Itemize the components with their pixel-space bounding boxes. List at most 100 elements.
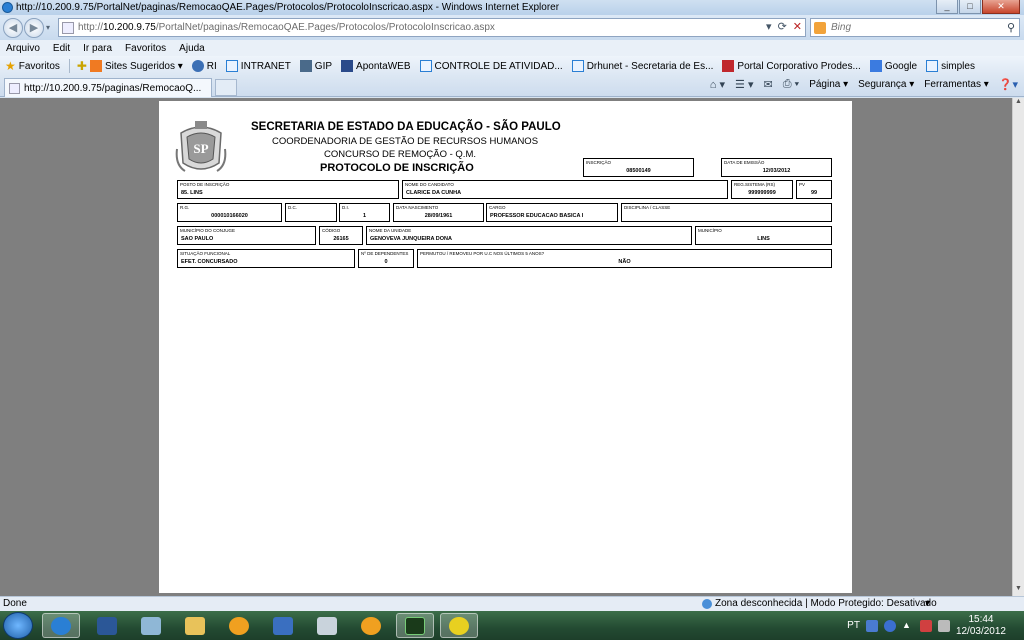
add-favorite-icon[interactable]: ✚	[77, 59, 87, 73]
status-bar: Done Zona desconhecida | Modo Protegido:…	[0, 596, 1024, 611]
forward-button[interactable]: ▶	[24, 17, 44, 38]
taskbar-calculator-button[interactable]	[308, 613, 346, 638]
page-viewport: SP SECRETARIA DE ESTADO DA EDUCAÇÃO - SÃ…	[0, 98, 1012, 596]
menu-edit[interactable]: Edit	[53, 43, 70, 54]
menu-favoritos[interactable]: Favoritos	[125, 43, 166, 54]
address-url[interactable]: http://10.200.9.75/PortalNet/paginas/Rem…	[78, 22, 495, 33]
page-menu[interactable]: Página ▾	[809, 79, 848, 90]
taskbar-terminal-button[interactable]	[396, 613, 434, 638]
field-rg: R.G. 000010166020	[177, 203, 282, 222]
address-dropdown-icon[interactable]: ▾	[766, 20, 772, 33]
search-box[interactable]: ⚲	[810, 18, 1020, 37]
search-icon[interactable]: ⚲	[1007, 21, 1015, 34]
favorite-drhunet[interactable]: Drhunet - Secretaria de Es...	[571, 60, 713, 72]
divider	[68, 59, 70, 73]
taskbar-ie-button[interactable]	[42, 613, 80, 638]
ie-icon	[51, 616, 71, 635]
clock[interactable]: 15:44 12/03/2012	[956, 614, 1006, 638]
taskbar-explorer-button[interactable]	[176, 613, 214, 638]
taskbar-app3-button[interactable]	[352, 613, 390, 638]
app-orange2-icon	[361, 616, 381, 635]
taskbar-app4-button[interactable]	[440, 613, 478, 638]
security-zone[interactable]: Zona desconhecida | Modo Protegido: Desa…	[702, 598, 937, 609]
system-tray: PT ▲ 15:44 12/03/2012	[847, 611, 1024, 640]
calculator-icon	[317, 616, 337, 635]
favorite-gip[interactable]: GIP	[299, 60, 332, 72]
field-posto-inscricao: POSTO DE INSCRIÇÃO 85. LINS	[177, 180, 399, 199]
field-di: D.I. 1	[339, 203, 390, 222]
history-dropdown-icon[interactable]: ▾	[46, 23, 50, 32]
vertical-scrollbar[interactable]: ▲ ▼	[1012, 98, 1024, 596]
tray-flag-icon[interactable]	[919, 619, 932, 632]
search-input[interactable]	[831, 22, 1001, 33]
read-mail-icon[interactable]: ✉	[763, 78, 772, 91]
navigation-bar: ◀ ▶ ▾ http://10.200.9.75/PortalNet/pagin…	[0, 15, 1024, 40]
tools-menu[interactable]: Ferramentas ▾	[924, 79, 988, 90]
network-icon	[273, 616, 293, 635]
field-nome-candidato: NOME DO CANDIDATO CLARICE DA CUNHA	[402, 180, 728, 199]
help-icon[interactable]: ❓▾	[999, 78, 1018, 91]
star-icon: ★	[5, 59, 16, 73]
field-municipio: MUNICÍPIO LINS	[695, 226, 832, 245]
favorite-google[interactable]: Google	[869, 60, 917, 72]
favorite-intranet[interactable]: INTRANET	[225, 60, 291, 72]
favorite-controle-atividad[interactable]: CONTROLE DE ATIVIDAD...	[419, 60, 563, 72]
refresh-icon[interactable]: ⟳	[778, 20, 787, 33]
feeds-icon[interactable]: ☰ ▾	[735, 78, 753, 91]
field-cargo: CARGO PROFESSOR EDUCACAO BASICA I	[486, 203, 618, 222]
favorite-apontaweb[interactable]: ApontaWEB	[341, 60, 411, 72]
language-indicator[interactable]: PT	[847, 620, 860, 631]
page-favicon-icon	[62, 21, 74, 34]
print-icon[interactable]: ⎙ ▾	[783, 78, 799, 91]
taskbar-notes-button[interactable]	[132, 613, 170, 638]
favorites-button[interactable]: ★ Favoritos	[5, 59, 60, 73]
scroll-down-icon[interactable]: ▼	[1013, 585, 1024, 596]
home-icon[interactable]: ⌂ ▾	[710, 78, 725, 91]
maximize-button[interactable]: □	[959, 0, 981, 14]
tray-network-icon[interactable]	[865, 619, 878, 632]
clock-date: 12/03/2012	[955, 625, 1006, 637]
tab-active[interactable]: http://10.200.9.75/paginas/RemocaoQ...	[4, 78, 212, 97]
favorite-ri[interactable]: RI	[191, 60, 217, 72]
tray-show-hidden-icon[interactable]: ▲	[902, 620, 914, 632]
svg-text:SP: SP	[193, 141, 208, 156]
menu-ir-para[interactable]: Ir para	[83, 43, 112, 54]
command-bar: ⌂ ▾ ☰ ▾ ✉ ⎙ ▾ Página ▾ Segurança ▾ Ferra…	[710, 78, 1018, 91]
window-title: http://10.200.9.75/PortalNet/paginas/Rem…	[16, 2, 560, 13]
menu-arquivo[interactable]: Arquivo	[6, 43, 40, 54]
bing-icon	[814, 21, 826, 34]
terminal-icon	[405, 616, 425, 635]
google-icon	[869, 60, 882, 72]
fish-icon	[449, 616, 469, 635]
window-titlebar: http://10.200.9.75/PortalNet/paginas/Rem…	[0, 0, 1024, 15]
document-page: SP SECRETARIA DE ESTADO DA EDUCAÇÃO - SÃ…	[159, 101, 852, 593]
menu-ajuda[interactable]: Ajuda	[179, 43, 205, 54]
taskbar-app2-button[interactable]	[264, 613, 302, 638]
menu-bar: Arquivo Edit Ir para Favoritos Ajuda	[0, 40, 1024, 56]
taskbar-app1-button[interactable]	[220, 613, 258, 638]
favorite-sites-sugeridos[interactable]: Sites Sugeridos ▾	[89, 60, 183, 72]
favorite-simples[interactable]: simples	[926, 60, 975, 72]
page-favicon-icon	[9, 82, 20, 94]
apontaweb-icon	[341, 60, 354, 72]
back-button[interactable]: ◀	[3, 17, 23, 38]
tray-volume-icon[interactable]	[937, 619, 950, 632]
stop-icon[interactable]: ✕	[793, 20, 802, 33]
minimize-button[interactable]: _	[936, 0, 958, 14]
favorite-portal-corporativo[interactable]: Portal Corporativo Prodes...	[722, 60, 861, 72]
close-button[interactable]: ✕	[982, 0, 1020, 14]
address-bar[interactable]: http://10.200.9.75/PortalNet/paginas/Rem…	[58, 18, 806, 37]
taskbar-word-button[interactable]	[88, 613, 126, 638]
start-button[interactable]	[3, 612, 33, 639]
ie-page-icon	[419, 60, 432, 72]
zoom-dropdown[interactable]: ▾	[925, 598, 930, 609]
portal-icon	[722, 60, 735, 72]
new-tab-button[interactable]	[215, 79, 237, 96]
security-menu[interactable]: Segurança ▾	[858, 79, 914, 90]
scroll-up-icon[interactable]: ▲	[1013, 98, 1024, 109]
tab-bar: http://10.200.9.75/paginas/RemocaoQ... ⌂…	[0, 76, 1024, 97]
field-permutou: PERMUTOU / REMOVEU POR U.C NOS ÚLTIMOS 5…	[417, 249, 832, 268]
tray-help-icon[interactable]	[883, 619, 896, 632]
header-title-concurso: CONCURSO DE REMOÇÃO - Q.M.	[324, 149, 477, 160]
field-pv: PV 99	[796, 180, 832, 199]
